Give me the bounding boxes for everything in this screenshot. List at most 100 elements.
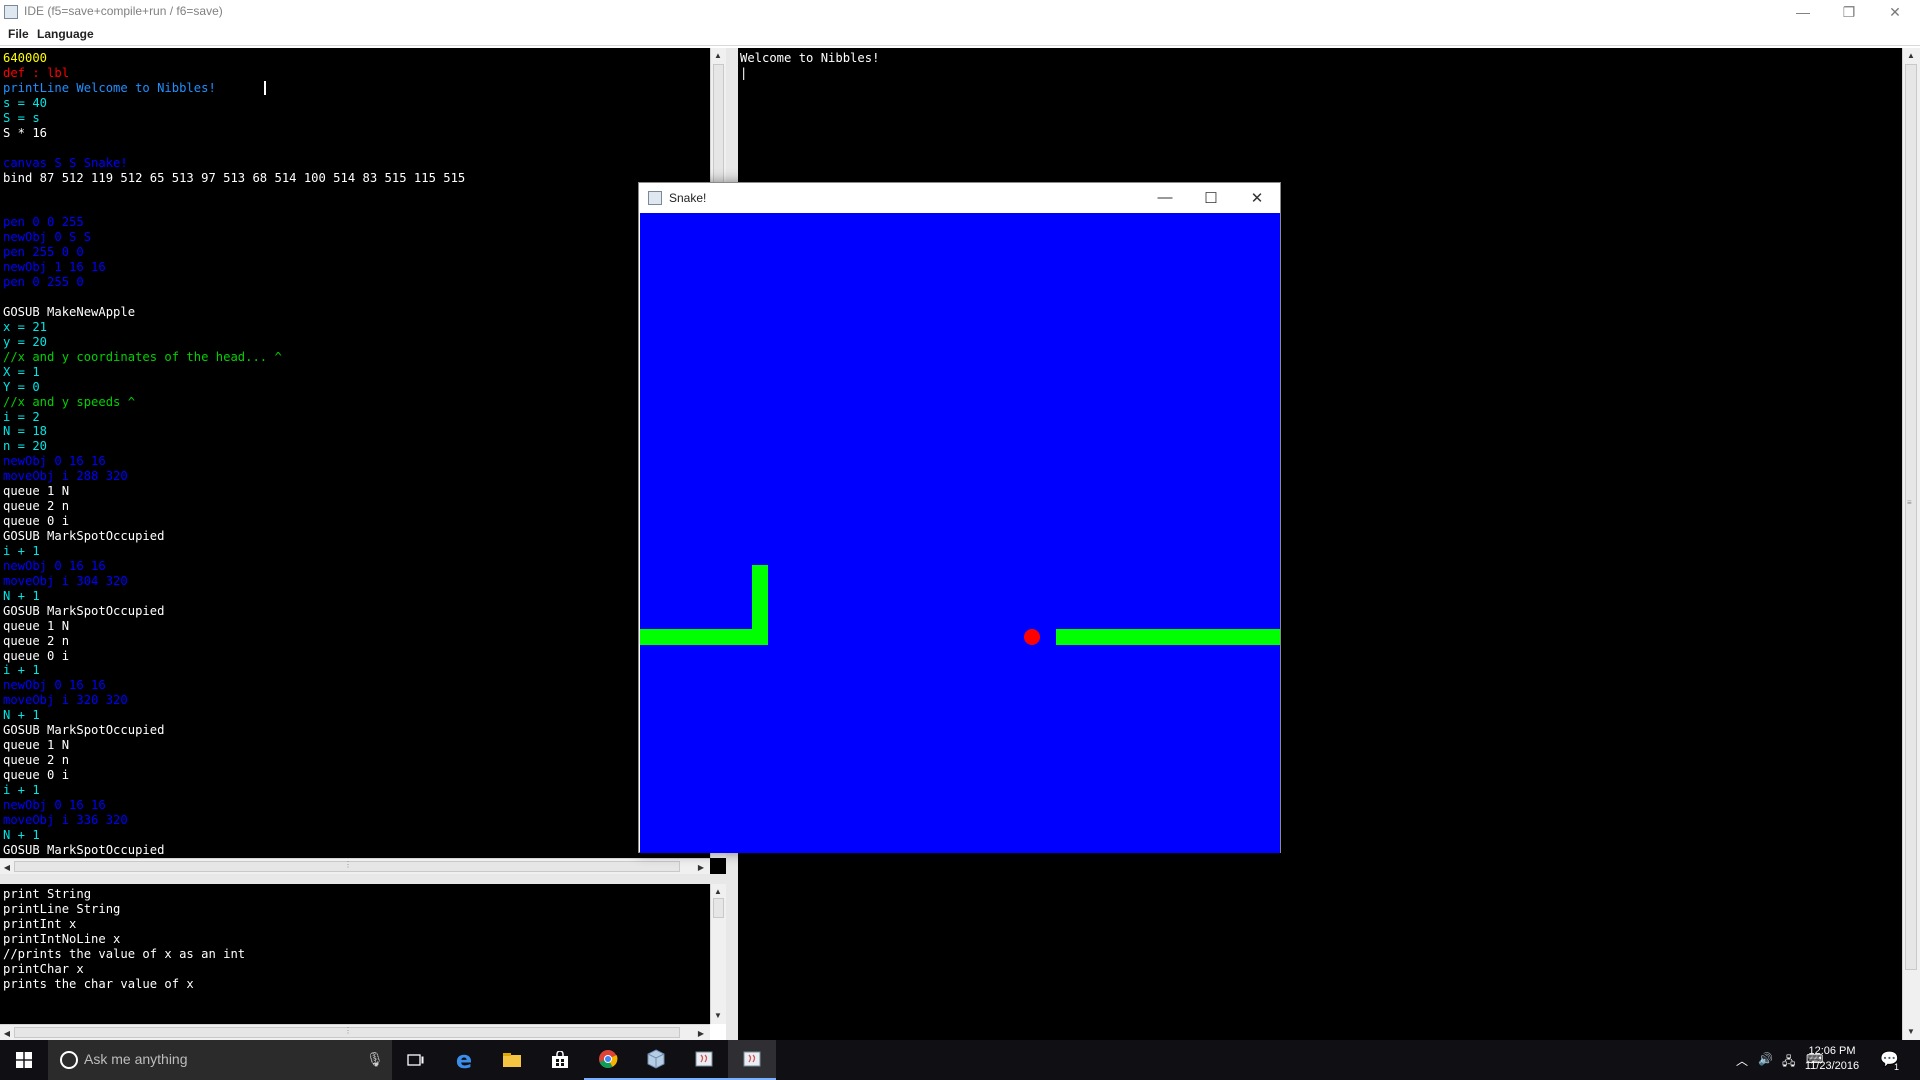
menu-file[interactable]: File: [8, 27, 29, 41]
snake-segment: [1232, 629, 1248, 645]
snake-segment: [656, 629, 672, 645]
scroll-right-arrow-icon[interactable]: ▶: [694, 860, 708, 874]
close-button[interactable]: ✕: [1872, 0, 1918, 24]
snake-minimize-button[interactable]: —: [1142, 183, 1188, 212]
help-line: printLine String: [3, 901, 121, 916]
code-line: i + 1: [3, 663, 40, 678]
grip-icon: ≡: [1907, 498, 1912, 507]
editor-horizontal-scrollbar[interactable]: ◀ ⋮ ▶: [0, 858, 710, 874]
snake-segment: [688, 629, 704, 645]
game-canvas[interactable]: [640, 213, 1280, 853]
help-vertical-scrollbar[interactable]: ▲ ▼: [710, 884, 726, 1024]
volume-icon[interactable]: 🔊: [1758, 1052, 1773, 1066]
scroll-left-arrow-icon[interactable]: ◀: [0, 1026, 14, 1040]
snake-segment: [672, 629, 688, 645]
restore-button[interactable]: ❐: [1826, 0, 1872, 24]
taskbar: Ask me anything 🎙 e ︿ 🔊 🖧 ⌨ 12:06 PM 11/…: [0, 1040, 1920, 1080]
minimize-button[interactable]: —: [1780, 0, 1826, 24]
snake-segment: [704, 629, 720, 645]
scroll-up-arrow-icon[interactable]: ▲: [1904, 48, 1918, 62]
code-line: N + 1: [3, 588, 40, 603]
scroll-corner: [710, 858, 726, 874]
code-line: S = s: [3, 110, 40, 125]
help-vscroll-thumb[interactable]: [713, 898, 724, 918]
code-line: y = 20: [3, 334, 48, 349]
code-line: queue 0 i: [3, 514, 70, 529]
menu-language[interactable]: Language: [37, 27, 94, 41]
code-line: GOSUB MarkSpotOccupied: [3, 603, 165, 618]
snake-segment: [752, 629, 768, 645]
snake-segment: [1088, 629, 1104, 645]
snake-maximize-button[interactable]: ☐: [1188, 183, 1234, 212]
title-bar: IDE (f5=save+compile+run / f6=save) — ❐ …: [0, 0, 1920, 24]
console-vertical-scrollbar[interactable]: ▲ ≡ ▼: [1902, 48, 1920, 1040]
code-line: //x and y coordinates of the head... ^: [3, 349, 282, 364]
code-line: queue 2 n: [3, 753, 70, 768]
help-panel[interactable]: print String printLine String printInt x pr…: [0, 884, 710, 1024]
code-line: moveObj i 336 320: [3, 812, 128, 827]
code-line: pen 255 0 0: [3, 245, 84, 260]
help-line: printChar x: [3, 961, 84, 976]
code-line: queue 1 N: [3, 618, 70, 633]
java-app-active-icon[interactable]: [728, 1040, 776, 1080]
file-explorer-icon[interactable]: [488, 1040, 536, 1080]
grip-icon: ⋮: [344, 1026, 352, 1035]
code-line: N = 18: [3, 424, 48, 439]
code-line: 640000: [3, 51, 48, 65]
snake-segment: [1184, 629, 1200, 645]
code-line: newObj 0 16 16: [3, 797, 106, 812]
code-line: X = 1: [3, 364, 40, 379]
edge-icon[interactable]: e: [440, 1040, 488, 1080]
snake-title-bar[interactable]: Snake! — ☐ ✕: [639, 183, 1280, 212]
code-line: GOSUB MakeNewApple: [3, 304, 136, 319]
snake-segment: [1136, 629, 1152, 645]
scroll-up-arrow-icon[interactable]: ▲: [711, 884, 725, 898]
scroll-up-arrow-icon[interactable]: ▲: [711, 48, 725, 62]
chrome-icon[interactable]: [584, 1040, 632, 1080]
console-line: Welcome to Nibbles!: [740, 51, 880, 65]
scroll-down-arrow-icon[interactable]: ▼: [1904, 1024, 1918, 1038]
code-editor[interactable]: 640000 def : lbl printLine Welcome to Nibb…: [0, 48, 710, 858]
snake-segment: [752, 613, 768, 629]
show-hidden-icons-chevron-icon[interactable]: ︿: [1736, 1052, 1748, 1069]
snake-window-title: Snake!: [669, 191, 707, 205]
help-horizontal-scrollbar[interactable]: ◀ ⋮ ▶: [0, 1024, 710, 1040]
snake-game-window[interactable]: Snake! — ☐ ✕: [638, 182, 1281, 853]
snake-segment: [1056, 629, 1072, 645]
snake-segment: [1264, 629, 1280, 645]
java-app-icon: [4, 5, 18, 19]
snake-segment: [640, 629, 656, 645]
store-icon[interactable]: [536, 1040, 584, 1080]
code-line: x = 21: [3, 319, 48, 334]
cortana-search-box[interactable]: Ask me anything 🎙: [48, 1040, 392, 1080]
console-line: |: [740, 65, 748, 80]
scroll-down-arrow-icon[interactable]: ▼: [711, 1008, 725, 1022]
code-line: newObj 1 16 16: [3, 260, 106, 275]
java-app-icon[interactable]: [680, 1040, 728, 1080]
snake-segment: [1104, 629, 1120, 645]
snake-close-button[interactable]: ✕: [1234, 183, 1280, 212]
clock-date: 11/23/2016: [1804, 1060, 1860, 1072]
text-cursor: [264, 81, 266, 95]
microphone-icon[interactable]: 🎙: [366, 1051, 384, 1068]
code-line: moveObj i 288 320: [3, 469, 128, 484]
code-line: pen 0 255 0: [3, 275, 84, 290]
code-line: GOSUB MarkSpotOccupied: [3, 723, 165, 738]
virtualbox-icon[interactable]: [632, 1040, 680, 1080]
code-line: S * 16: [3, 125, 48, 140]
snake-segment: [752, 581, 768, 597]
scroll-left-arrow-icon[interactable]: ◀: [0, 860, 14, 874]
horizontal-splitter[interactable]: [0, 874, 726, 884]
start-button[interactable]: [0, 1040, 48, 1080]
console-vscroll-thumb[interactable]: [1905, 64, 1917, 970]
windows-logo-icon: [16, 1052, 32, 1068]
clock[interactable]: 12:06 PM 11/23/2016: [1792, 1044, 1872, 1074]
help-line: prints the char value of x: [3, 976, 194, 991]
task-view-icon[interactable]: [392, 1040, 440, 1080]
scroll-right-arrow-icon[interactable]: ▶: [694, 1026, 708, 1040]
snake-segment: [1120, 629, 1136, 645]
code-line: newObj 0 S S: [3, 230, 92, 245]
